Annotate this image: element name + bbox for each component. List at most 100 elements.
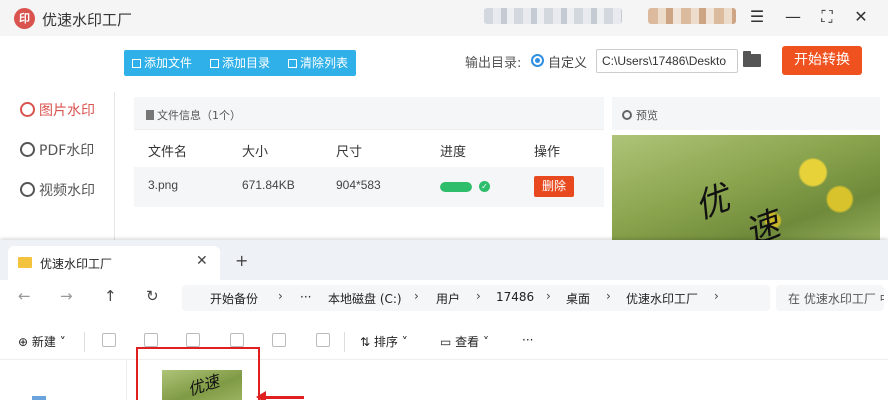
breadcrumb[interactable]: 开始备份 › ··· 本地磁盘 (C:) › 用户 › 17486 › 桌面 ›… (182, 285, 770, 311)
forward-icon[interactable]: → (60, 287, 73, 305)
document-icon (146, 110, 154, 120)
sidebar-item-label: 图片水印 (39, 103, 95, 119)
check-icon: ✓ (479, 181, 490, 192)
file-info-title: 文件信息（1个） (146, 107, 241, 123)
explorer-tab-bar: 优速水印工厂 ✕ + (0, 240, 888, 280)
preview-image: 优 速 (612, 135, 880, 242)
address-bar-row: ← → ↑ ↻ 开始备份 › ··· 本地磁盘 (C:) › 用户 › 1748… (0, 280, 888, 318)
chevron-right-icon: › (546, 289, 551, 303)
breadcrumb-item[interactable]: 本地磁盘 (C:) (328, 290, 402, 307)
progress-fill (440, 182, 472, 192)
output-path-input[interactable] (596, 49, 738, 73)
up-icon[interactable]: ↑ (104, 287, 117, 305)
video-watermark-icon (20, 182, 35, 197)
cell-dimensions: 904*583 (336, 178, 381, 192)
breadcrumb-more[interactable]: ··· (300, 290, 311, 304)
refresh-icon[interactable]: ↻ (146, 287, 159, 305)
column-header-progress: 进度 (440, 145, 467, 160)
minimize-button[interactable]: — (780, 6, 806, 28)
preview-title: 预览 (622, 107, 658, 123)
clear-list-label: 清除列表 (300, 56, 349, 70)
delete-button[interactable]: 删除 (534, 176, 574, 197)
progress-bar (440, 182, 472, 192)
file-info-header: 文件信息（1个） (134, 97, 604, 130)
image-watermark-icon (20, 102, 35, 117)
add-directory-button[interactable]: 添加目录 (210, 50, 270, 76)
app-window: 印 优速水印工厂 ☰ — ⛶ ✕ 图片水印 PDF水印 视频水印 添加文件 添加… (0, 0, 888, 242)
column-header-filename: 文件名 (148, 145, 188, 160)
pdf-watermark-icon (20, 142, 35, 157)
tab-title: 优速水印工厂 (40, 257, 113, 271)
title-bar: 印 优速水印工厂 ☰ — ⛶ ✕ (0, 0, 888, 36)
menu-icon[interactable]: ☰ (744, 6, 770, 28)
breadcrumb-home[interactable]: 开始备份 (210, 290, 258, 307)
chevron-right-icon: › (476, 289, 481, 303)
add-file-button[interactable]: 添加文件 (132, 50, 192, 76)
command-bar: ⊕ 新建 ˅ ⇅ 排序 ˅ ▭ 查看 ˅ ··· (0, 324, 888, 360)
app-title: 优速水印工厂 (42, 11, 133, 29)
table-row: 3.png 671.84KB 904*583 ✓ 删除 (134, 167, 604, 207)
custom-dir-label: 自定义 (548, 56, 588, 71)
toolbar: 添加文件 添加目录 清除列表 (124, 50, 356, 76)
sidebar-item-video-watermark[interactable]: 视频水印 (20, 180, 95, 200)
blurred-account-info (648, 8, 736, 24)
sidebar-item-image-watermark[interactable]: 图片水印 (20, 100, 95, 120)
cell-size: 671.84KB (242, 178, 295, 192)
add-folder-icon (210, 59, 219, 68)
file-explorer-window: 优速水印工厂 ✕ + ← → ↑ ↻ 开始备份 › ··· 本地磁盘 (C:) … (0, 240, 888, 400)
add-file-label: 添加文件 (144, 56, 193, 70)
chevron-right-icon: › (714, 289, 719, 303)
preview-panel: 预览 优 速 (612, 97, 880, 242)
cut-icon[interactable] (102, 333, 116, 347)
new-tab-button[interactable]: + (235, 251, 248, 270)
blurred-user-info (484, 8, 622, 24)
sidebar-divider (114, 92, 115, 242)
watermark-char: 优 (689, 178, 736, 228)
add-directory-label: 添加目录 (222, 56, 271, 70)
rename-icon[interactable] (230, 333, 244, 347)
column-header-action: 操作 (534, 145, 561, 160)
share-icon[interactable] (272, 333, 286, 347)
sidebar-item-pdf-watermark[interactable]: PDF水印 (20, 140, 94, 160)
maximize-button[interactable]: ⛶ (814, 6, 840, 28)
explorer-content: 优速 (0, 347, 888, 400)
add-file-icon (132, 59, 141, 68)
back-icon[interactable]: ← (18, 287, 31, 305)
more-options-button[interactable]: ··· (522, 333, 533, 347)
watermark-char: 速 (739, 204, 786, 242)
chevron-right-icon: › (278, 289, 283, 303)
new-button[interactable]: ⊕ 新建 ˅ (18, 333, 66, 350)
copy-icon[interactable] (144, 333, 158, 347)
breadcrumb-item[interactable]: 桌面 (566, 290, 590, 307)
folder-icon (18, 257, 32, 268)
sidebar-item-label: 视频水印 (39, 183, 95, 199)
start-convert-button[interactable]: 开始转换 (782, 46, 862, 75)
folder-icon[interactable] (743, 51, 761, 67)
sidebar-item-label: PDF水印 (39, 143, 95, 159)
close-button[interactable]: ✕ (848, 6, 874, 28)
trash-icon (288, 59, 297, 68)
sort-button[interactable]: ⇅ 排序 ˅ (360, 333, 408, 350)
nav-pane-folder-icon[interactable] (32, 396, 46, 400)
paste-icon[interactable] (186, 333, 200, 347)
column-header-size: 大小 (242, 145, 269, 160)
breadcrumb-item[interactable]: 17486 (496, 290, 534, 304)
custom-dir-radio[interactable] (531, 54, 544, 67)
annotation-arrow-icon (256, 391, 304, 400)
view-button[interactable]: ▭ 查看 ˅ (440, 333, 489, 350)
app-logo-icon: 印 (14, 8, 35, 29)
divider (344, 332, 345, 352)
output-dir-label: 输出目录: (465, 56, 522, 71)
chevron-right-icon: › (414, 289, 419, 303)
gear-icon (622, 110, 632, 120)
column-header-dimensions: 尺寸 (336, 145, 363, 160)
breadcrumb-item[interactable]: 优速水印工厂 (626, 290, 698, 307)
clear-list-button[interactable]: 清除列表 (288, 50, 348, 76)
breadcrumb-item[interactable]: 用户 (436, 290, 460, 307)
explorer-tab[interactable]: 优速水印工厂 ✕ (8, 246, 220, 280)
file-info-panel: 文件信息（1个） 文件名 大小 尺寸 进度 操作 3.png 671.84KB … (134, 97, 604, 242)
delete-icon[interactable] (316, 333, 330, 347)
search-input[interactable]: 在 优速水印工厂 中 (776, 285, 884, 311)
tab-close-icon[interactable]: ✕ (196, 253, 208, 269)
nav-pane-divider (126, 360, 127, 400)
